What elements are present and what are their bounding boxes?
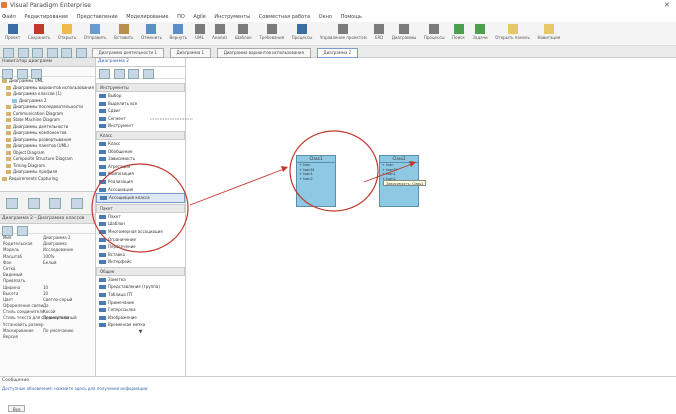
highlight-circle-palette	[91, 163, 189, 253]
annotation-overlay	[91, 118, 416, 253]
message-link[interactable]: Доступные обновления: нажмите здесь для …	[0, 385, 676, 393]
message-panel: Сообщение Доступные обновления: нажмите …	[0, 376, 676, 414]
message-header: Сообщение	[2, 378, 30, 383]
message-tab-all[interactable]: Все	[8, 405, 26, 412]
annotation-arrow-1	[189, 168, 285, 206]
annotation-arrowhead-1	[281, 166, 288, 172]
highlight-circle-canvas	[289, 130, 379, 212]
annotation-arrowhead-2	[409, 161, 416, 167]
annotation-arrow-2	[363, 163, 413, 183]
